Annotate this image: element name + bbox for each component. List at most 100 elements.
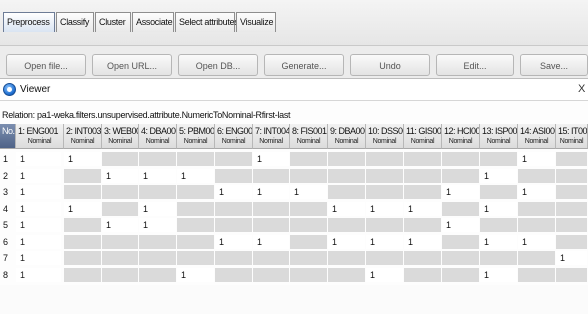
table-cell[interactable] — [253, 201, 289, 216]
column-header[interactable]: 5: PBM002 Nominal — [177, 124, 215, 149]
table-cell[interactable]: 1 — [64, 152, 101, 166]
table-cell[interactable] — [556, 234, 587, 249]
table-cell[interactable] — [404, 185, 441, 199]
table-cell[interactable]: 1 — [253, 152, 289, 166]
table-cell[interactable]: 1 — [480, 201, 517, 216]
table-cell[interactable]: 1 — [556, 251, 587, 265]
table-cell[interactable] — [177, 251, 214, 265]
table-cell[interactable] — [290, 218, 327, 232]
table-cell[interactable] — [366, 185, 403, 199]
table-cell[interactable] — [215, 218, 252, 232]
table-cell[interactable]: 1 — [102, 218, 138, 232]
table-cell[interactable] — [556, 218, 587, 232]
table-cell[interactable] — [366, 168, 403, 183]
table-cell[interactable] — [290, 152, 327, 166]
table-cell[interactable] — [518, 201, 555, 216]
table-cell[interactable] — [177, 218, 214, 232]
table-cell[interactable] — [64, 251, 101, 265]
table-cell[interactable] — [215, 152, 252, 166]
table-cell[interactable] — [328, 185, 365, 199]
table-cell[interactable]: 1 — [16, 251, 61, 265]
table-cell[interactable]: 1 — [366, 201, 403, 216]
table-cell[interactable] — [442, 234, 479, 249]
tab-cluster[interactable]: Cluster — [95, 12, 131, 32]
table-cell[interactable] — [253, 267, 289, 282]
table-cell[interactable] — [442, 251, 479, 265]
table-cell[interactable] — [404, 168, 441, 183]
table-cell[interactable]: 1 — [16, 218, 61, 232]
table-cell[interactable] — [139, 185, 176, 199]
table-cell[interactable] — [64, 267, 101, 282]
table-cell[interactable] — [177, 185, 214, 199]
tab-classify[interactable]: Classify — [56, 12, 94, 32]
table-cell[interactable] — [177, 152, 214, 166]
table-cell[interactable] — [404, 152, 441, 166]
open-db-button[interactable]: Open DB... — [178, 54, 258, 76]
table-cell[interactable] — [442, 201, 479, 216]
table-cell[interactable]: 1 — [215, 185, 252, 199]
table-cell[interactable]: 1 — [480, 267, 517, 282]
column-header[interactable]: 6: ENG002 Nominal — [215, 124, 253, 149]
undo-button[interactable]: Undo — [350, 54, 430, 76]
table-cell[interactable] — [290, 251, 327, 265]
table-cell[interactable] — [366, 218, 403, 232]
column-header-no[interactable]: No. — [0, 124, 16, 149]
table-cell[interactable]: 1 — [177, 267, 214, 282]
table-cell[interactable] — [215, 251, 252, 265]
table-cell[interactable]: 1 — [442, 185, 479, 199]
table-cell[interactable]: 1 — [518, 152, 555, 166]
table-cell[interactable] — [215, 267, 252, 282]
table-cell[interactable] — [328, 251, 365, 265]
table-cell[interactable] — [518, 251, 555, 265]
table-cell[interactable] — [366, 152, 403, 166]
table-cell[interactable]: 1 — [253, 234, 289, 249]
table-cell[interactable]: 1 — [16, 152, 61, 166]
table-cell[interactable] — [139, 251, 176, 265]
column-header[interactable]: 11: GIS001 Nominal — [404, 124, 442, 149]
table-cell[interactable]: 1 — [518, 234, 555, 249]
table-cell[interactable] — [253, 168, 289, 183]
table-cell[interactable]: 1 — [518, 185, 555, 199]
table-cell[interactable] — [253, 251, 289, 265]
table-cell[interactable] — [64, 218, 101, 232]
table-cell[interactable]: 1 — [16, 234, 61, 249]
table-cell[interactable]: 1 — [102, 168, 138, 183]
edit-button[interactable]: Edit... — [436, 54, 514, 76]
table-cell[interactable]: 1 — [177, 168, 214, 183]
table-cell[interactable] — [556, 152, 587, 166]
save-button[interactable]: Save... — [520, 54, 588, 76]
open-file-button[interactable]: Open file... — [6, 54, 86, 76]
table-cell[interactable]: 1 — [16, 267, 61, 282]
table-cell[interactable]: 1 — [16, 201, 61, 216]
table-cell[interactable] — [404, 267, 441, 282]
table-cell[interactable] — [404, 218, 441, 232]
table-cell[interactable]: 1 — [139, 201, 176, 216]
table-cell[interactable] — [442, 267, 479, 282]
column-header[interactable]: 4: DBA001 Nominal — [139, 124, 177, 149]
tab-visualize[interactable]: Visualize — [236, 12, 276, 32]
table-cell[interactable] — [177, 201, 214, 216]
open-url-button[interactable]: Open URL... — [92, 54, 172, 76]
table-cell[interactable] — [139, 234, 176, 249]
table-cell[interactable] — [290, 267, 327, 282]
column-header[interactable]: 9: DBA002 Nominal — [328, 124, 366, 149]
viewer-titlebar[interactable]: Viewer X — [0, 79, 588, 101]
table-cell[interactable] — [290, 201, 327, 216]
table-cell[interactable] — [102, 234, 138, 249]
table-cell[interactable] — [102, 201, 138, 216]
table-cell[interactable] — [139, 152, 176, 166]
table-cell[interactable] — [480, 152, 517, 166]
table-cell[interactable] — [102, 267, 138, 282]
table-cell[interactable] — [102, 185, 138, 199]
table-cell[interactable]: 1 — [328, 234, 365, 249]
table-cell[interactable] — [556, 267, 587, 282]
table-cell[interactable]: 1 — [366, 267, 403, 282]
close-icon[interactable]: X — [578, 83, 585, 95]
table-cell[interactable]: 1 — [215, 234, 252, 249]
table-cell[interactable] — [215, 168, 252, 183]
column-header[interactable]: 8: FIS001 Nominal — [290, 124, 328, 149]
table-cell[interactable]: 1 — [253, 185, 289, 199]
table-cell[interactable]: 1 — [16, 168, 61, 183]
table-cell[interactable]: 1 — [480, 168, 517, 183]
table-cell[interactable]: 1 — [139, 218, 176, 232]
